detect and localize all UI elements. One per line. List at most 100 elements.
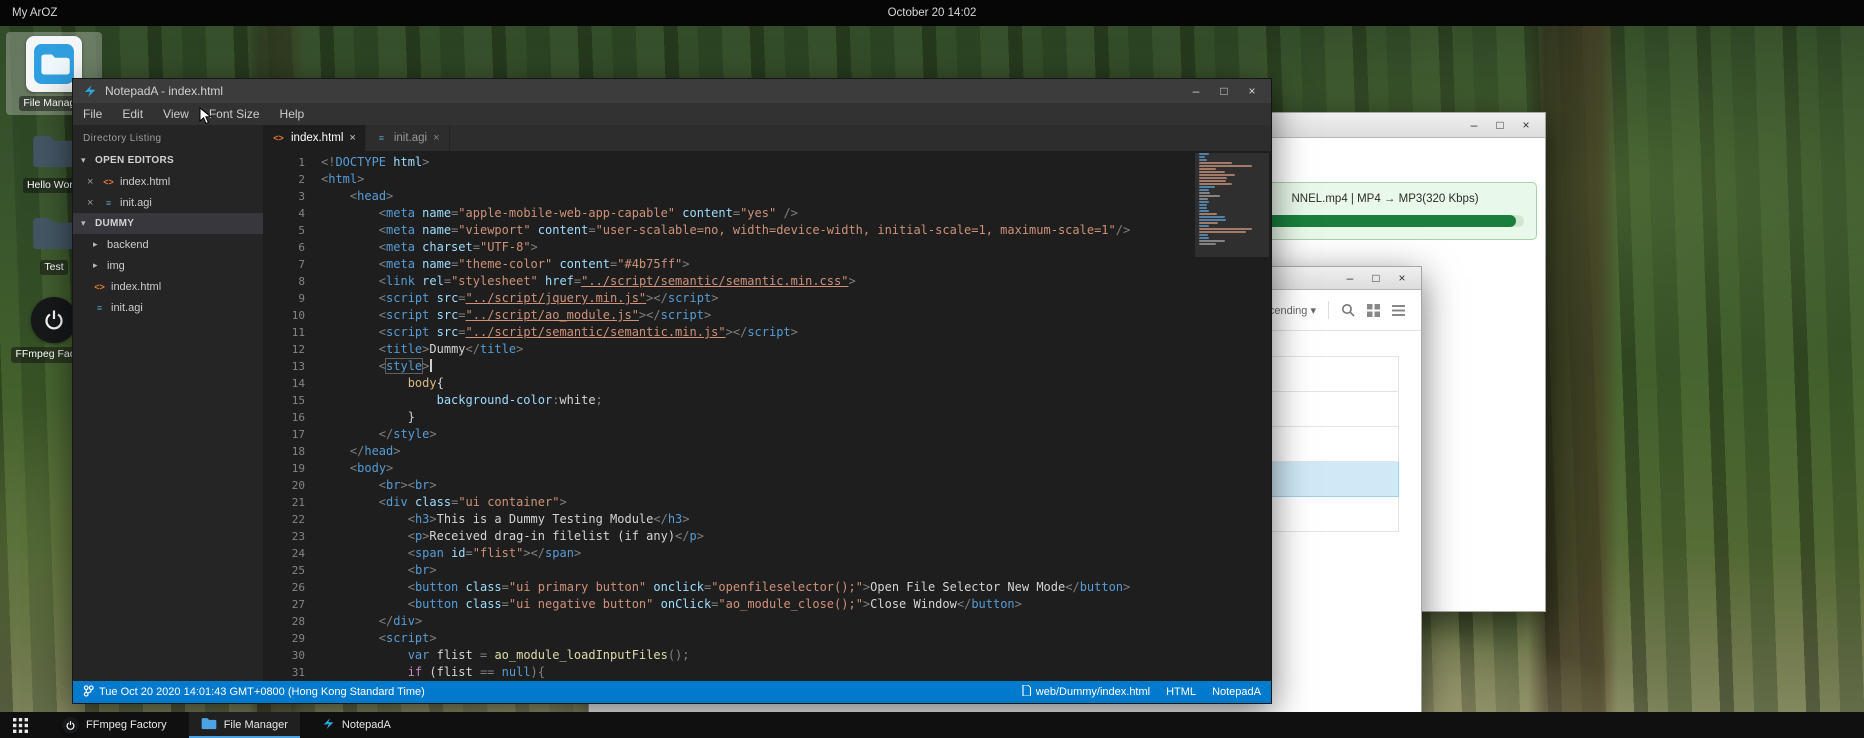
taskbar-item-label: NotepadA — [342, 719, 391, 731]
close-button[interactable]: × — [1239, 84, 1265, 98]
menu-edit[interactable]: Edit — [112, 103, 153, 125]
language-mode[interactable]: HTML — [1166, 686, 1196, 698]
tree-item-label: index.html — [120, 176, 170, 188]
code-text: </head> — [321, 443, 401, 460]
code-line: 9 <script src="../script/jquery.min.js">… — [263, 290, 1199, 307]
notepada-icon — [322, 717, 335, 733]
taskbar-item-file-manager[interactable]: File Manager — [189, 712, 300, 738]
menu-file[interactable]: File — [73, 103, 112, 125]
start-menu-button[interactable] — [0, 712, 40, 738]
code-text: <script> — [321, 630, 437, 647]
code-text: <title>Dummy</title> — [321, 341, 523, 358]
power-icon — [31, 297, 77, 343]
line-number: 2 — [263, 171, 321, 188]
conversion-progress-fill — [1246, 215, 1516, 227]
code-text: <br> — [321, 562, 437, 579]
top-bar: My ArOZ October 20 14:02 — [0, 0, 1864, 26]
open-file-path[interactable]: web/Dummy/index.html — [1022, 685, 1150, 699]
taskbar-item-ffmpeg-factory[interactable]: FFmpeg Factory — [50, 712, 179, 738]
line-number: 4 — [263, 205, 321, 222]
code-editor[interactable]: 1<!DOCTYPE html>2<html>3 <head>4 <meta n… — [263, 151, 1271, 681]
conversion-task-label: NNEL.mp4 | MP4 → MP3(320 Kbps) — [1246, 193, 1524, 205]
notepada-titlebar[interactable]: NotepadA - index.html – □ × — [73, 79, 1271, 103]
menu-view[interactable]: View — [153, 103, 199, 125]
code-lines: 1<!DOCTYPE html>2<html>3 <head>4 <meta n… — [263, 151, 1199, 681]
explorer-panel: Directory Listing ▾OPEN EDITORS×<>index.… — [73, 125, 263, 681]
conversion-progress-bar — [1246, 215, 1524, 227]
code-text: background-color:white; — [321, 392, 603, 409]
line-number: 18 — [263, 443, 321, 460]
maximize-button[interactable]: □ — [1211, 84, 1237, 98]
code-line: 1<!DOCTYPE html> — [263, 154, 1199, 171]
grid-view-icon[interactable] — [1367, 304, 1380, 317]
menu-help[interactable]: Help — [270, 103, 315, 125]
line-number: 11 — [263, 324, 321, 341]
tab-index-html[interactable]: <>index.html× — [263, 125, 366, 151]
search-icon[interactable] — [1341, 303, 1355, 317]
minimize-button[interactable]: – — [1463, 118, 1485, 132]
maximize-button[interactable]: □ — [1489, 118, 1511, 132]
chevron-right-icon: ▸ — [93, 239, 102, 250]
tree-item-label: init.agi — [111, 302, 143, 314]
line-number: 23 — [263, 528, 321, 545]
tree-section-label: DUMMY — [95, 218, 134, 229]
code-text: <meta name="viewport" content="user-scal… — [321, 222, 1130, 239]
window-title: NotepadA - index.html — [105, 84, 223, 98]
minimap-viewport[interactable] — [1195, 153, 1269, 257]
close-button[interactable]: × — [1391, 271, 1413, 285]
close-tab-icon[interactable]: × — [433, 132, 439, 144]
tree-folder-backend[interactable]: ▸ backend — [73, 234, 263, 255]
tree-item-label: backend — [107, 239, 149, 251]
chevron-down-icon: ▾ — [81, 218, 90, 229]
tab-init-agi[interactable]: ≡init.agi× — [366, 125, 450, 151]
taskbar-item-label: FFmpeg Factory — [86, 719, 167, 731]
tab-bar: <>index.html×≡init.agi× — [263, 125, 1271, 151]
tree-folder-img[interactable]: ▸img — [73, 255, 263, 276]
code-text: <script src="../script/jquery.min.js"></… — [321, 290, 718, 307]
close-button[interactable]: × — [1515, 118, 1537, 132]
tree-item-label: img — [107, 260, 125, 272]
tree-file-index-html[interactable]: <>index.html — [73, 276, 263, 297]
line-number: 30 — [263, 647, 321, 664]
code-text: <span id="flist"></span> — [321, 545, 581, 562]
code-line: 27 <button class="ui negative button" on… — [263, 596, 1199, 613]
code-line: 2<html> — [263, 171, 1199, 188]
toolbar-divider — [1328, 301, 1329, 319]
code-text: <script src="../script/semantic/semantic… — [321, 324, 798, 341]
tree-section-dummy[interactable]: ▾ DUMMY — [73, 213, 263, 234]
line-number: 5 — [263, 222, 321, 239]
html-file-icon: <> — [93, 282, 106, 292]
line-number: 16 — [263, 409, 321, 426]
line-number: 8 — [263, 273, 321, 290]
taskbar: FFmpeg Factory File Manager NotepadA — [0, 712, 1864, 738]
line-number: 26 — [263, 579, 321, 596]
notepada-window[interactable]: NotepadA - index.html – □ × FileEditView… — [72, 78, 1272, 704]
close-tab-icon[interactable]: × — [349, 132, 355, 144]
source-control-icon — [83, 685, 94, 700]
minimap[interactable] — [1199, 153, 1259, 681]
tree-section-open-editors[interactable]: ▾OPEN EDITORS — [73, 150, 263, 171]
code-line: 5 <meta name="viewport" content="user-sc… — [263, 222, 1199, 239]
code-text: <style> — [321, 358, 432, 375]
line-number: 13 — [263, 358, 321, 375]
line-number: 7 — [263, 256, 321, 273]
close-file-icon[interactable]: × — [87, 197, 97, 209]
explorer-title: Directory Listing — [73, 125, 263, 150]
line-number: 28 — [263, 613, 321, 630]
tree-openfile-init-agi[interactable]: ×≡init.agi — [73, 192, 263, 213]
maximize-button[interactable]: □ — [1365, 271, 1387, 285]
tree-openfile-index-html[interactable]: ×<>index.html — [73, 171, 263, 192]
code-line: 4 <meta name="apple-mobile-web-app-capab… — [263, 205, 1199, 222]
minimize-button[interactable]: – — [1183, 84, 1209, 98]
code-line: 23 <p>Received drag-in filelist (if any)… — [263, 528, 1199, 545]
tree-file-init-agi[interactable]: ≡init.agi — [73, 297, 263, 318]
tab-label: init.agi — [394, 132, 427, 144]
html-file-icon: <> — [272, 133, 285, 143]
taskbar-item-notepada[interactable]: NotepadA — [310, 712, 403, 738]
minimize-button[interactable]: – — [1339, 271, 1361, 285]
code-line: 12 <title>Dummy</title> — [263, 341, 1199, 358]
close-file-icon[interactable]: × — [87, 176, 97, 188]
desktop-icon-label: Test — [40, 260, 67, 275]
line-number: 14 — [263, 375, 321, 392]
list-view-icon[interactable] — [1392, 304, 1405, 317]
